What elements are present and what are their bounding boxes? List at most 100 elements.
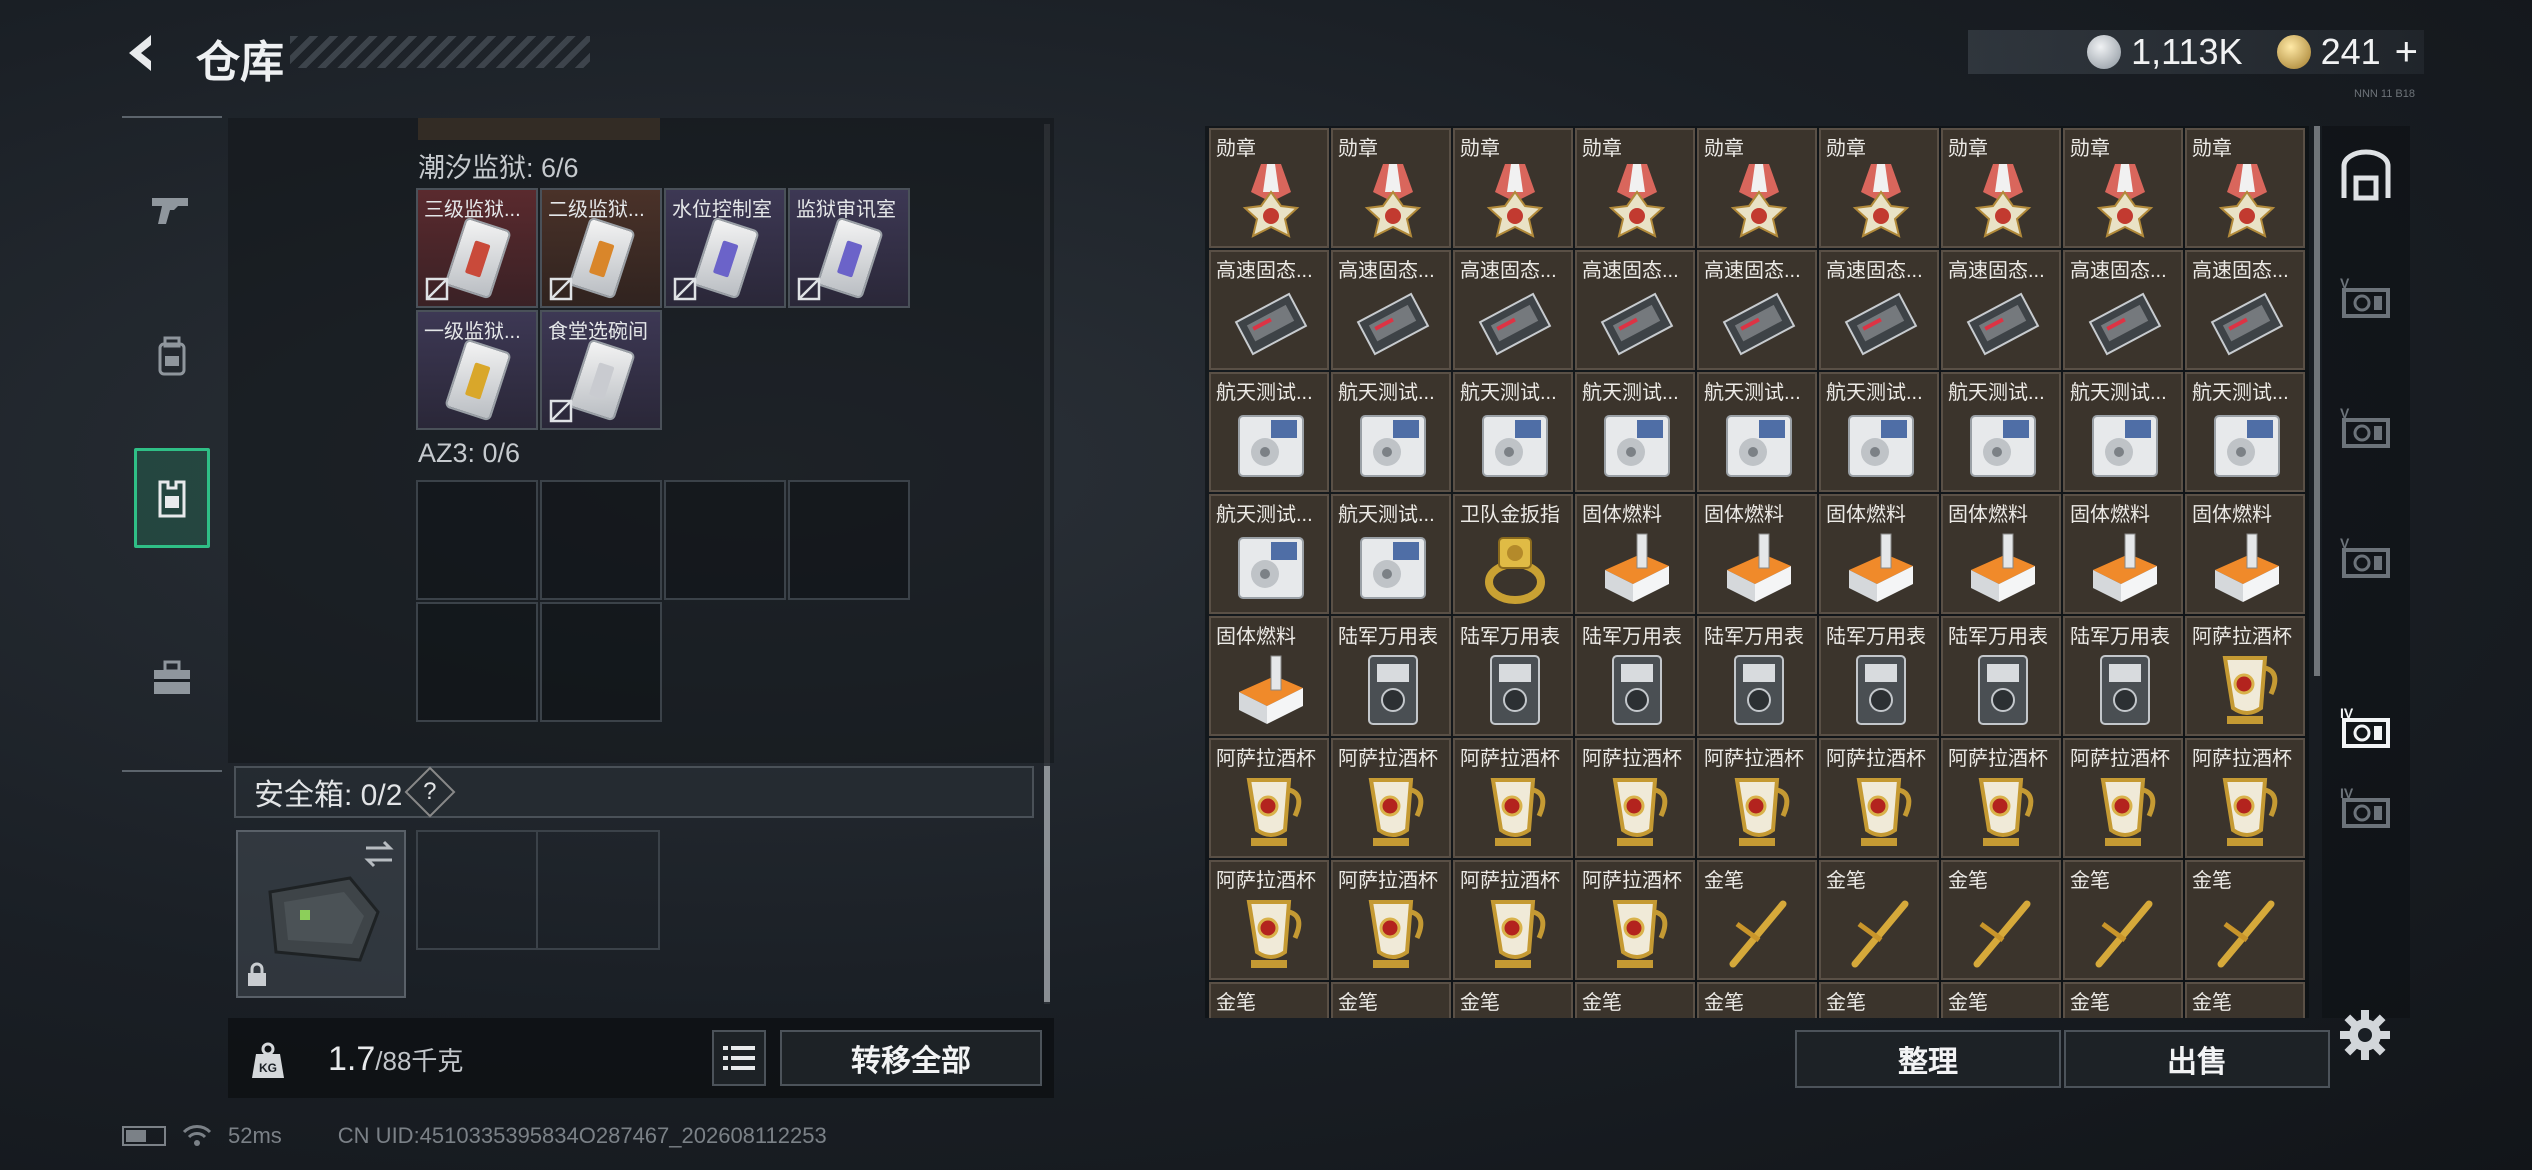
stash-item[interactable]: 固体燃料 [2185, 494, 2305, 614]
stash-tab[interactable]: V [2336, 396, 2396, 456]
stash-item[interactable]: 勋章 [1209, 128, 1329, 248]
keycard-slot[interactable]: 三级监狱... [416, 188, 538, 308]
swap-icon[interactable] [362, 840, 396, 868]
stash-item[interactable]: 陆军万用表 [2063, 616, 2183, 736]
stash-item[interactable]: 航天测试... [1697, 372, 1817, 492]
stash-item[interactable]: 金笔 [1941, 860, 2061, 980]
stash-item[interactable]: 航天测试... [2185, 372, 2305, 492]
stash-item[interactable]: 勋章 [1941, 128, 2061, 248]
stash-item[interactable]: 勋章 [1819, 128, 1939, 248]
stash-item[interactable]: 固体燃料 [1819, 494, 1939, 614]
stash-item[interactable]: 阿萨拉酒杯 [1575, 860, 1695, 980]
sell-button[interactable]: 出售 [2064, 1030, 2330, 1088]
empty-slot[interactable] [540, 480, 662, 600]
stash-item[interactable]: 阿萨拉酒杯 [1697, 738, 1817, 858]
stash-item[interactable]: 阿萨拉酒杯 [1209, 738, 1329, 858]
stash-item[interactable]: 航天测试... [2063, 372, 2183, 492]
stash-tab[interactable]: V [2336, 526, 2396, 586]
stash-tab[interactable] [2336, 146, 2396, 206]
keycard-slot[interactable]: 监狱审讯室 [788, 188, 910, 308]
currency-gold[interactable]: 241 + [2276, 30, 2418, 75]
stash-item[interactable]: 陆军万用表 [1697, 616, 1817, 736]
stash-item[interactable]: 航天测试... [1453, 372, 1573, 492]
stash-item[interactable]: 航天测试... [1209, 494, 1329, 614]
sort-button[interactable]: 整理 [1795, 1030, 2061, 1088]
stash-item[interactable]: 阿萨拉酒杯 [1209, 860, 1329, 980]
stash-item[interactable]: 陆军万用表 [1941, 616, 2061, 736]
stash-item[interactable]: 阿萨拉酒杯 [2185, 738, 2305, 858]
stash-tab[interactable]: IV [2336, 776, 2396, 836]
safe-box-empty-slots[interactable] [416, 830, 660, 950]
stash-item[interactable]: 高速固态... [1697, 250, 1817, 370]
stash-item[interactable]: 阿萨拉酒杯 [2063, 738, 2183, 858]
stash-item[interactable]: 勋章 [2063, 128, 2183, 248]
stash-item[interactable]: 高速固态... [1941, 250, 2061, 370]
stash-item[interactable]: 金笔 [1453, 982, 1573, 1018]
empty-slot[interactable] [664, 480, 786, 600]
gear-icon[interactable] [2338, 1008, 2392, 1062]
back-button[interactable] [118, 28, 168, 78]
stash-item[interactable]: 金笔 [2063, 860, 2183, 980]
stash-item[interactable]: 陆军万用表 [1819, 616, 1939, 736]
stash-item[interactable]: 金笔 [1697, 982, 1817, 1018]
stash-item[interactable]: 阿萨拉酒杯 [1941, 738, 2061, 858]
help-button[interactable]: ? [404, 766, 456, 818]
stash-item[interactable]: 阿萨拉酒杯 [1331, 860, 1451, 980]
add-currency-icon[interactable]: + [2395, 30, 2418, 75]
stash-item[interactable]: 阿萨拉酒杯 [1575, 738, 1695, 858]
stash-item[interactable]: 阿萨拉酒杯 [1331, 738, 1451, 858]
stash-item[interactable]: 陆军万用表 [1331, 616, 1451, 736]
container-scroll-area[interactable]: 潮汐监狱: 6/6 三级监狱... 二级监狱... 水位控制室 监狱审讯室 一级监狱..… [228, 118, 1054, 763]
list-view-button[interactable] [712, 1030, 766, 1086]
stash-grid-panel[interactable]: 勋章 勋章 勋章 勋章 勋章 勋章 勋章 勋章 勋章 高速固态... 高速固态... 高速固态... 高… [1205, 126, 2309, 1018]
stash-item[interactable]: 金笔 [1697, 860, 1817, 980]
nav-backpack[interactable] [134, 308, 210, 408]
currency-silver[interactable]: 1,113K [2087, 31, 2243, 73]
stash-item[interactable]: 金笔 [1819, 982, 1939, 1018]
empty-slot[interactable] [788, 480, 910, 600]
stash-item[interactable]: 高速固态... [2063, 250, 2183, 370]
stash-item[interactable]: 阿萨拉酒杯 [1453, 860, 1573, 980]
keycard-slot[interactable]: 一级监狱... [416, 310, 538, 430]
stash-item[interactable]: 阿萨拉酒杯 [1819, 738, 1939, 858]
stash-item[interactable]: 勋章 [1575, 128, 1695, 248]
stash-item[interactable]: 高速固态... [1575, 250, 1695, 370]
stash-item[interactable]: 固体燃料 [1209, 616, 1329, 736]
stash-item[interactable]: 金笔 [1819, 860, 1939, 980]
stash-item[interactable]: 金笔 [2185, 982, 2305, 1018]
stash-item[interactable]: 阿萨拉酒杯 [1453, 738, 1573, 858]
stash-item[interactable]: 固体燃料 [1697, 494, 1817, 614]
empty-slot[interactable] [416, 480, 538, 600]
stash-item[interactable]: 勋章 [2185, 128, 2305, 248]
stash-item[interactable]: 金笔 [2185, 860, 2305, 980]
stash-item[interactable]: 固体燃料 [1575, 494, 1695, 614]
nav-vest[interactable] [134, 448, 210, 548]
stash-item[interactable]: 航天测试... [1331, 372, 1451, 492]
stash-item[interactable]: 金笔 [1575, 982, 1695, 1018]
stash-tab[interactable]: V [2336, 266, 2396, 326]
stash-item[interactable]: 航天测试... [1331, 494, 1451, 614]
keycard-slot[interactable]: 食堂选碗间 [540, 310, 662, 430]
stash-item[interactable]: 金笔 [1331, 982, 1451, 1018]
stash-item[interactable]: 金笔 [1209, 982, 1329, 1018]
stash-item[interactable]: 卫队金扳指 [1453, 494, 1573, 614]
stash-item[interactable]: 勋章 [1453, 128, 1573, 248]
stash-item[interactable]: 阿萨拉酒杯 [2185, 616, 2305, 736]
stash-item[interactable]: 勋章 [1331, 128, 1451, 248]
empty-slot[interactable] [540, 602, 662, 722]
empty-slot[interactable] [416, 602, 538, 722]
keycard-slot[interactable]: 水位控制室 [664, 188, 786, 308]
stash-item[interactable]: 高速固态... [2185, 250, 2305, 370]
stash-item[interactable]: 勋章 [1697, 128, 1817, 248]
stash-item[interactable]: 航天测试... [1819, 372, 1939, 492]
safe-box-item[interactable] [236, 830, 406, 998]
stash-item[interactable]: 固体燃料 [2063, 494, 2183, 614]
stash-item[interactable]: 固体燃料 [1941, 494, 2061, 614]
nav-toolbox[interactable] [134, 628, 210, 728]
stash-item[interactable]: 高速固态... [1453, 250, 1573, 370]
stash-item[interactable]: 陆军万用表 [1575, 616, 1695, 736]
stash-item[interactable]: 高速固态... [1209, 250, 1329, 370]
stash-scrollbar[interactable] [2314, 126, 2320, 676]
stash-item[interactable]: 陆军万用表 [1453, 616, 1573, 736]
stash-item[interactable]: 航天测试... [1941, 372, 2061, 492]
